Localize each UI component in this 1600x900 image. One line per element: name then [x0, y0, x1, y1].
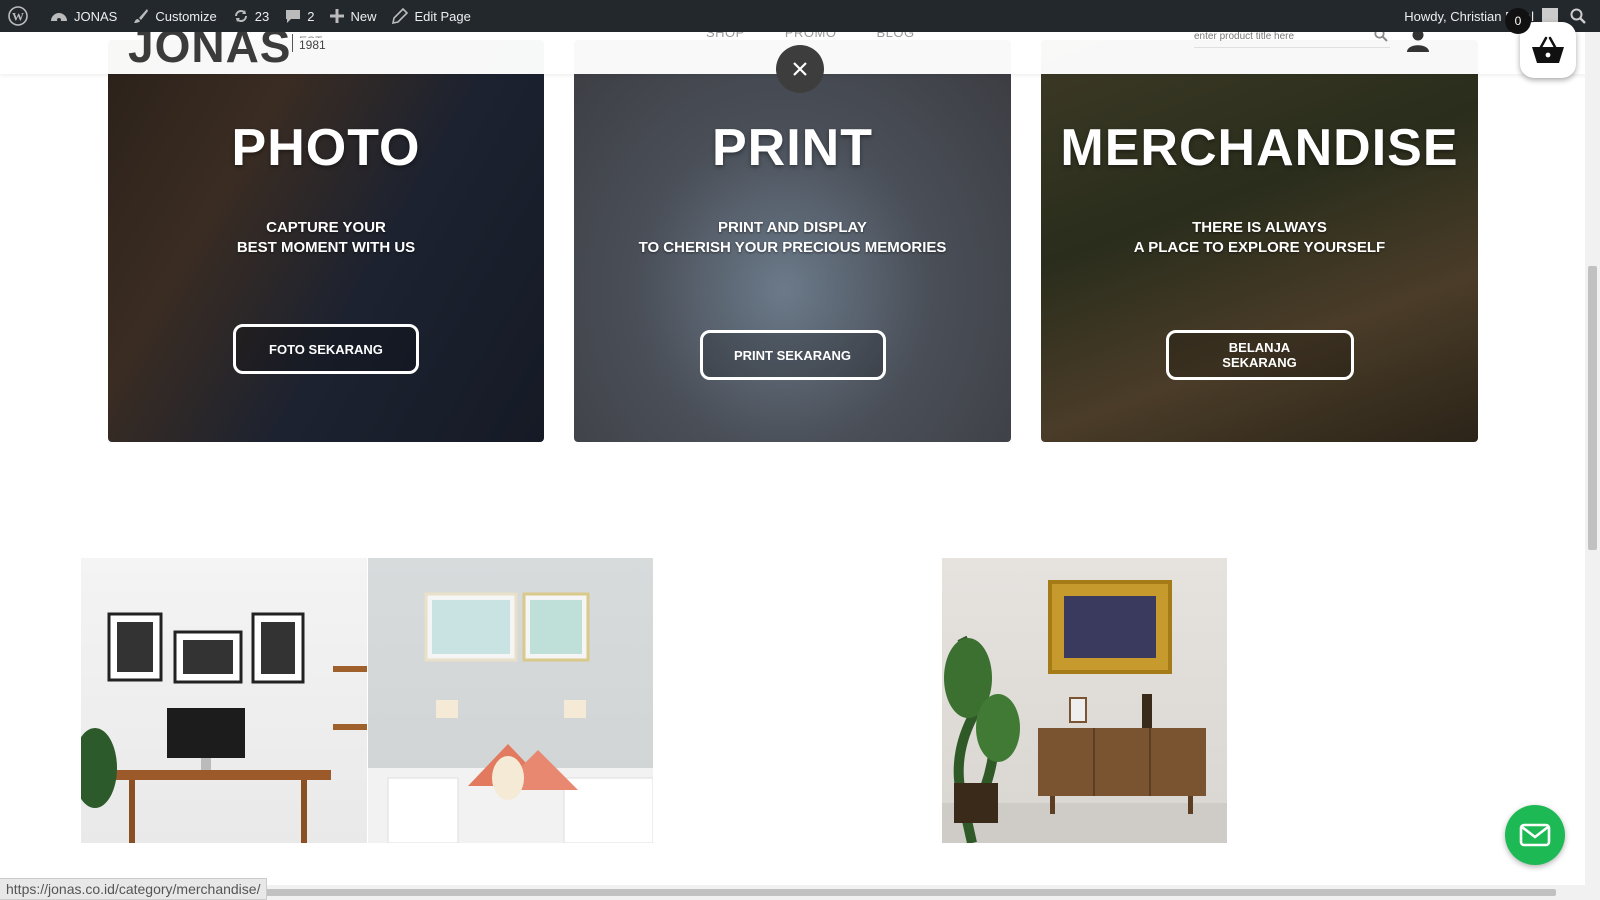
status-bar-url: https://jonas.co.id/category/merchandise… — [0, 878, 268, 900]
customize-link[interactable]: Customize — [125, 0, 224, 32]
card-subtitle: THERE IS ALWAYS A PLACE TO EXPLORE YOURS… — [1041, 218, 1478, 258]
admin-search-button[interactable] — [1570, 0, 1600, 32]
updates-icon — [234, 10, 247, 22]
svg-text:W: W — [12, 10, 24, 24]
card-title: PRINT — [712, 119, 873, 177]
basket-icon — [1532, 36, 1564, 63]
mail-icon — [1519, 823, 1551, 847]
comments-link[interactable]: 2 — [277, 0, 322, 32]
card-title: MERCHANDISE — [1060, 119, 1459, 177]
site-logo[interactable]: JONAS — [128, 23, 291, 69]
cart-count-badge: 0 — [1505, 8, 1531, 34]
plus-icon — [330, 9, 345, 23]
close-icon — [793, 62, 807, 76]
pencil-icon — [392, 8, 409, 24]
card-subtitle: CAPTURE YOUR BEST MOMENT WITH US — [108, 218, 544, 258]
comments-count: 2 — [307, 8, 315, 24]
updates-link[interactable]: 23 — [225, 0, 277, 32]
card-subtitle-line: A PLACE TO EXPLORE YOURSELF — [1133, 239, 1386, 256]
desk-frames-image[interactable] — [81, 558, 367, 843]
card-subtitle-line: TO CHERISH YOUR PRECIOUS MEMORIES — [638, 239, 947, 256]
close-button[interactable] — [776, 45, 824, 93]
new-label: New — [350, 8, 377, 24]
logo-year: 1981 — [299, 38, 326, 52]
card-subtitle-line: BEST MOMENT WITH US — [236, 239, 416, 256]
updates-count: 23 — [254, 8, 270, 24]
site-name-link[interactable]: JONAS — [42, 0, 125, 32]
contact-mail-button[interactable] — [1505, 805, 1565, 865]
cart-button[interactable] — [1520, 22, 1576, 78]
admin-bar: W JONAS Customize 23 2 New Edit Page How… — [0, 0, 1600, 32]
site-name: JONAS — [74, 8, 118, 24]
category-card-print[interactable]: PRINT PRINT AND DISPLAY TO CHERISH YOUR … — [574, 40, 1011, 442]
print-sekarang-button[interactable]: PRINT SEKARANG — [699, 330, 886, 380]
product-search-input[interactable] — [1194, 31, 1364, 42]
desk-scene-illustration — [81, 612, 367, 843]
edit-page-link[interactable]: Edit Page — [384, 0, 478, 32]
wordpress-icon: W — [8, 6, 28, 26]
vertical-scroll-thumb[interactable] — [1588, 266, 1597, 550]
card-subtitle-line: PRINT AND DISPLAY — [718, 219, 867, 236]
bedroom-frames-image[interactable] — [368, 558, 653, 843]
bedroom-scene-illustration — [368, 592, 653, 843]
dashboard-icon — [51, 13, 67, 22]
card-subtitle: PRINT AND DISPLAY TO CHERISH YOUR PRECIO… — [574, 218, 1011, 258]
wordpress-menu[interactable]: W — [0, 0, 42, 32]
category-card-photo[interactable]: PHOTO CAPTURE YOUR BEST MOMENT WITH US F… — [108, 40, 544, 442]
cabinet-gold-frame-image[interactable] — [942, 558, 1227, 843]
category-card-merchandise[interactable]: MERCHANDISE THERE IS ALWAYS A PLACE TO E… — [1041, 40, 1478, 442]
card-subtitle-line: THERE IS ALWAYS — [1192, 219, 1327, 236]
cabinet-scene-illustration — [942, 580, 1227, 843]
foto-sekarang-button[interactable]: FOTO SEKARANG — [233, 324, 419, 374]
vertical-scrollbar[interactable] — [1585, 32, 1600, 900]
card-title: PHOTO — [231, 119, 421, 177]
new-content-link[interactable]: New — [322, 0, 384, 32]
search-icon — [1570, 8, 1586, 24]
card-subtitle-line: CAPTURE YOUR — [266, 219, 386, 236]
brush-icon — [134, 9, 149, 23]
logo-established: EST. 1981 — [292, 34, 326, 52]
edit-page-label: Edit Page — [414, 8, 471, 24]
customize-label: Customize — [155, 8, 217, 24]
page: W JONAS Customize 23 2 New Edit Page How… — [0, 0, 1600, 900]
belanja-sekarang-button[interactable]: BELANJA SEKARANG — [1165, 330, 1354, 380]
comment-icon — [286, 10, 301, 23]
